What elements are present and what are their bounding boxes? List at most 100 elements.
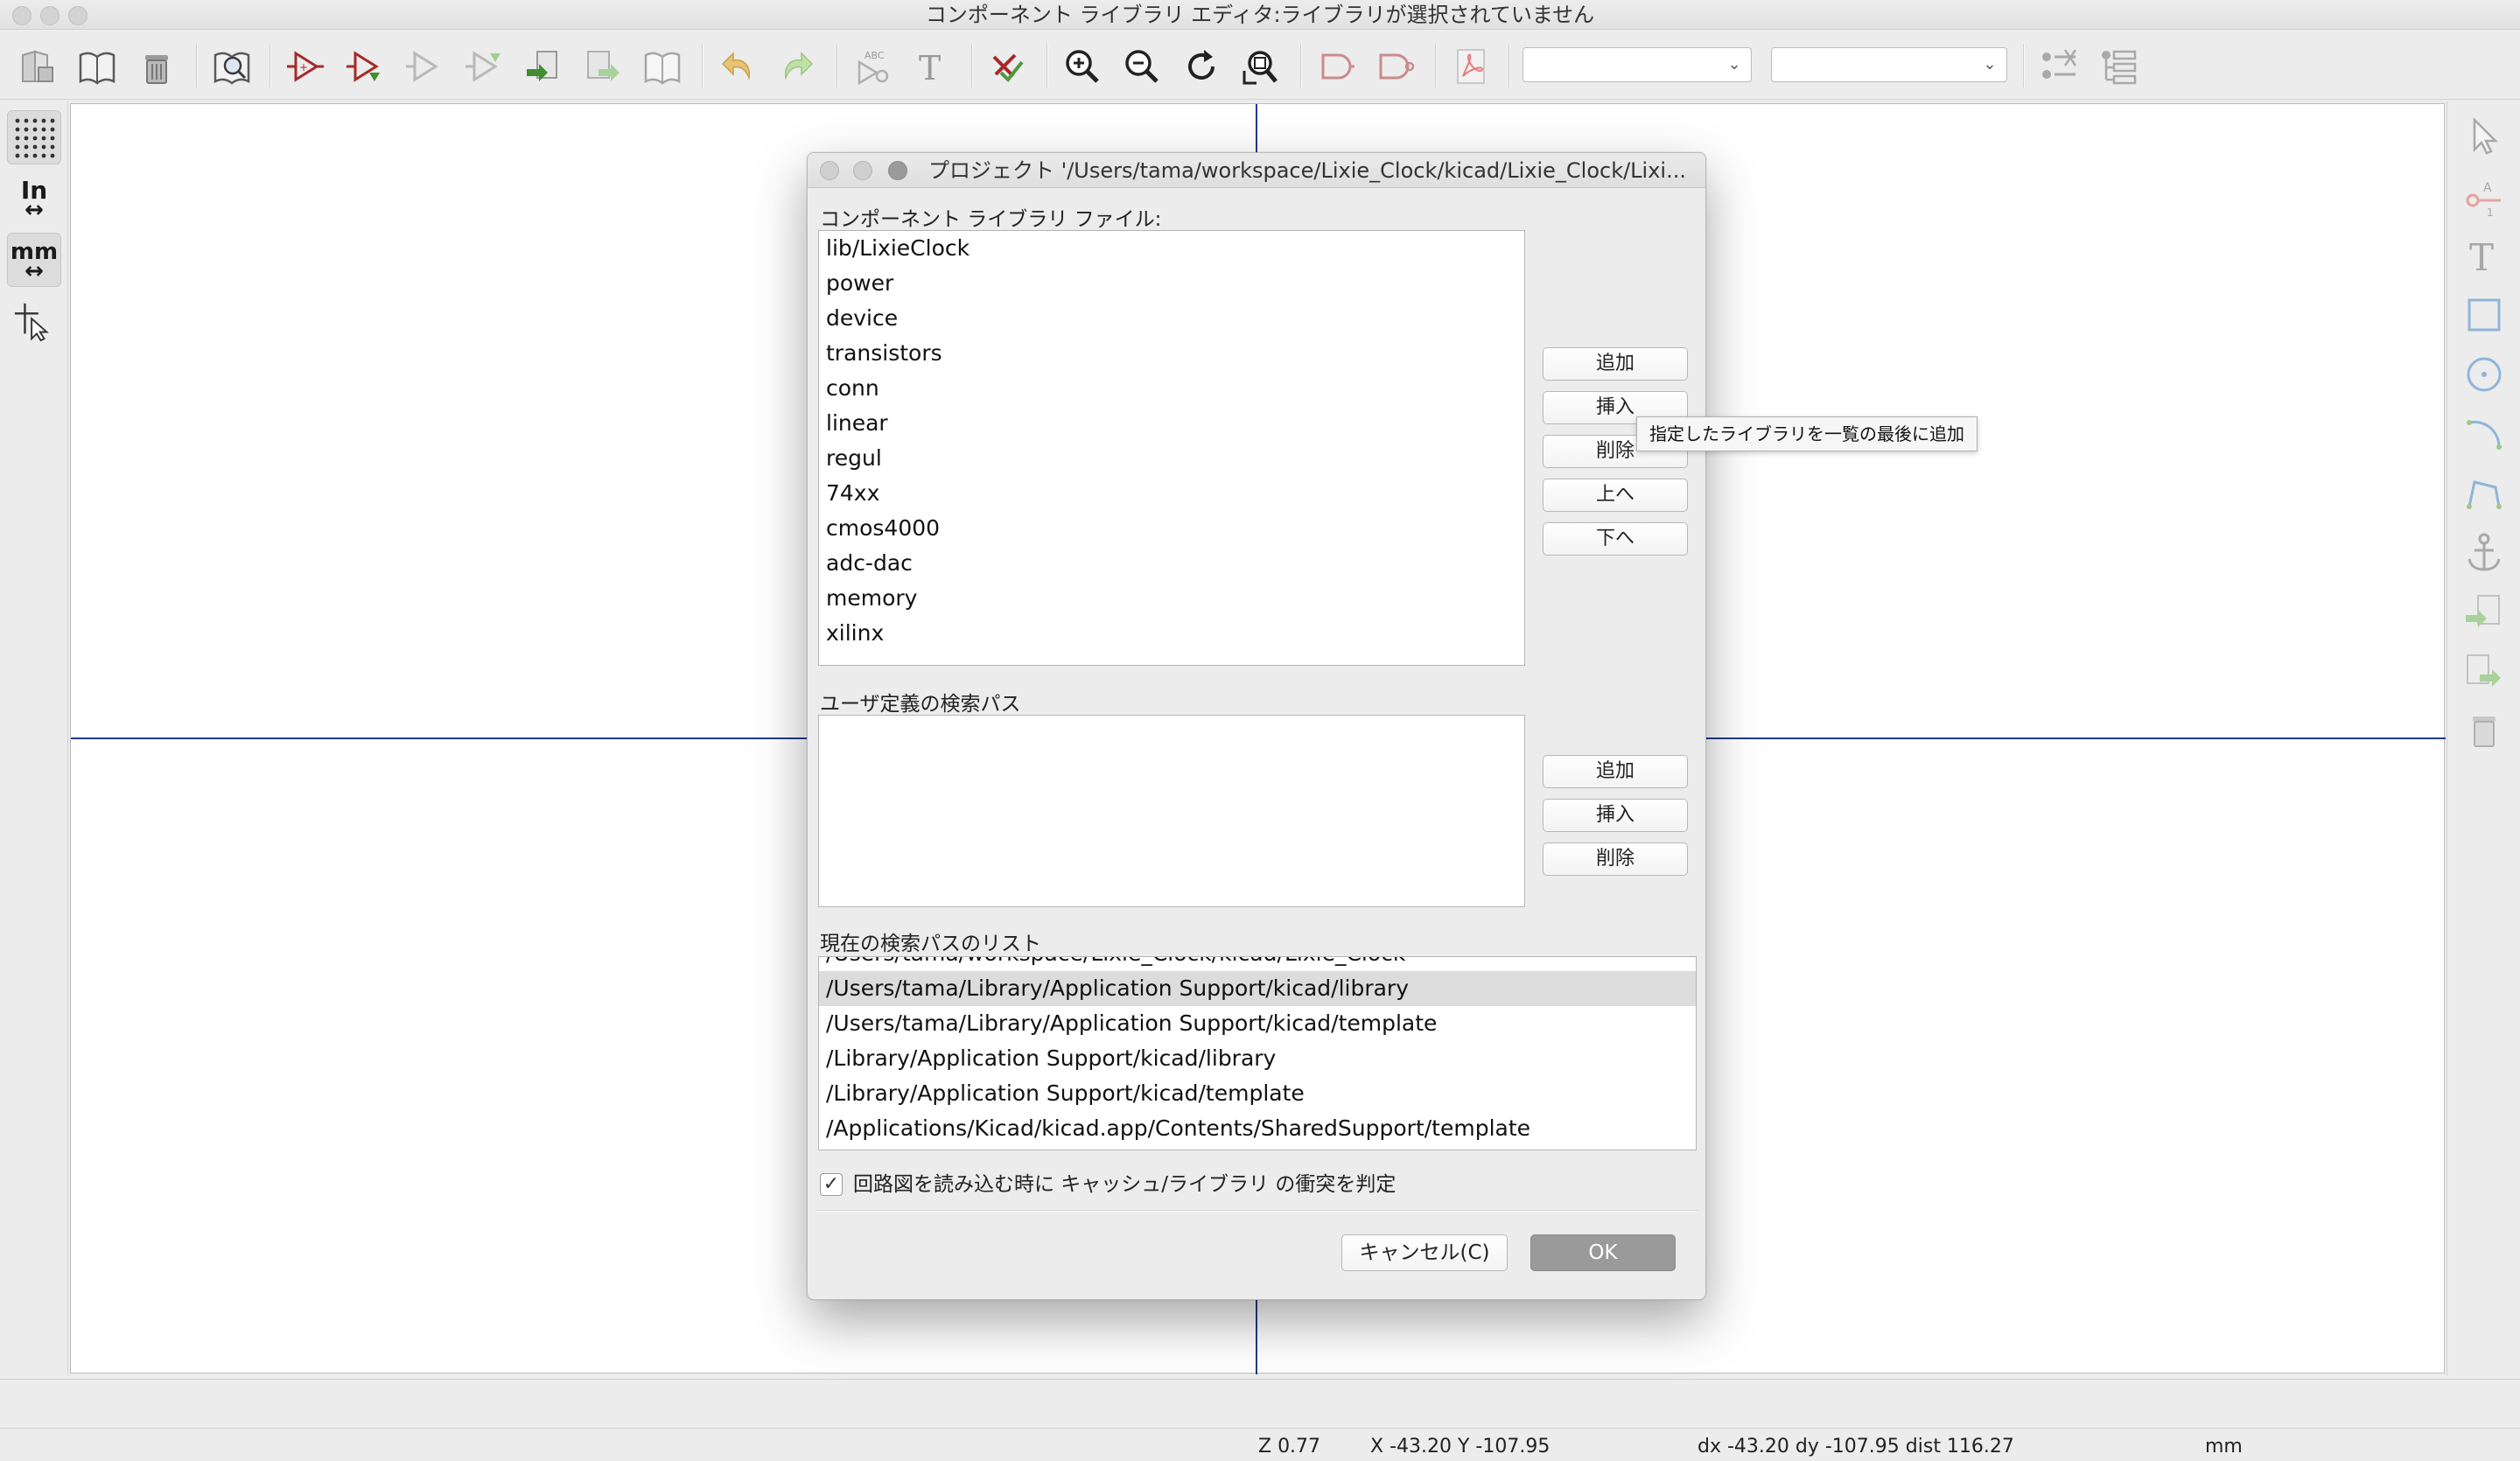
save-as-library-icon[interactable] [640,45,684,87]
zoom-in-icon[interactable] [1060,45,1104,87]
list-item[interactable]: /Library/Application Support/kicad/libra… [819,1041,1696,1076]
add-pin-icon[interactable]: A1 [2460,171,2509,220]
alias-select[interactable]: ⌄ [1771,47,2007,82]
chevron-down-icon: ⌄ [1983,55,1997,73]
status-bar: Z 0.77 X -43.20 Y -107.95 dx -43.20 dy -… [0,1379,2520,1461]
user-paths-label: ユーザ定義の検索パス [820,693,1021,716]
redraw-icon[interactable] [1180,45,1223,87]
tooltip: 指定したライブラリを一覧の最後に追加 [1636,416,1978,451]
add-circle-icon[interactable] [2460,350,2509,399]
select-arrow-icon[interactable] [2460,112,2509,161]
list-item[interactable]: memory [819,581,1524,616]
user-paths-list[interactable] [818,715,1525,907]
search-settings-icon[interactable] [2096,45,2140,87]
list-item[interactable]: /Users/tama/Library/Application Support/… [819,971,1696,1006]
demorgan-body-icon[interactable] [1374,45,1418,87]
export-component-icon[interactable] [581,45,625,87]
list-item[interactable]: conn [819,371,1524,406]
toolbar-separator [971,44,973,87]
create-from-current-icon[interactable] [462,45,506,87]
svg-text:T: T [919,49,941,87]
status-delta: dx -43.20 dy -107.95 dist 116.27 [1698,1436,2014,1458]
status-zoom: Z 0.77 [1258,1436,1321,1458]
load-component-icon[interactable] [343,45,387,87]
check-conflicts-checkbox[interactable]: ✓ [820,1173,843,1196]
redo-icon[interactable] [775,45,819,87]
toolbar-separator [270,44,271,87]
toolbar-separator [1300,44,1302,87]
list-item[interactable]: device [819,301,1524,336]
right-toolbar: A1 T [2446,101,2520,1375]
save-library-icon[interactable] [16,45,60,87]
delete-library-icon[interactable] [135,45,178,87]
cancel-button[interactable]: キャンセル(C) [1341,1234,1508,1271]
dialog-title: プロジェクト '/Users/tama/workspace/Lixie_Cloc… [928,158,1686,183]
zoom-fit-icon[interactable] [1239,45,1283,87]
select-library-icon[interactable] [75,45,119,87]
lib-down-button[interactable]: 下へ [1543,522,1688,556]
export-drawing-icon[interactable] [2460,647,2509,696]
left-toolbar: In ↔ mm ↔ [0,101,68,1375]
list-item[interactable]: regul [819,441,1524,476]
dialog-zoom-button[interactable] [888,161,907,180]
toolbar-separator [1508,44,1510,87]
lib-up-button[interactable]: 上へ [1543,479,1688,512]
list-item[interactable]: lib/LixieClock [819,231,1524,266]
toolbar-separator [702,44,704,87]
list-item[interactable]: /Users/tama/Library/Application Support/… [819,1006,1696,1041]
svg-text:ABC: ABC [864,50,885,61]
pin-table-icon[interactable] [2037,45,2081,87]
lib-files-list[interactable]: lib/LixieClock power device transistors conn… [818,230,1525,666]
list-item[interactable]: adc-dac [819,546,1524,581]
list-item[interactable]: 74xx [819,476,1524,511]
chevron-down-icon: ⌄ [1727,55,1741,73]
pdf-datasheet-icon[interactable] [1449,45,1493,87]
list-item[interactable]: xilinx [819,616,1524,651]
path-remove-button[interactable]: 削除 [1543,842,1688,876]
dialog-title-bar: プロジェクト '/Users/tama/workspace/Lixie_Cloc… [808,153,1705,188]
delete-item-icon[interactable] [2460,707,2509,756]
list-item[interactable]: cmos4000 [819,511,1524,546]
svg-text:1: 1 [2487,206,2494,218]
import-drawing-icon[interactable] [2460,588,2509,637]
component-properties-icon[interactable]: ABC [850,45,894,87]
list-item[interactable]: power [819,266,1524,301]
text-field-icon[interactable]: T [910,45,954,87]
grid-icon [15,118,55,158]
grid-toggle-button[interactable] [7,110,61,164]
library-browser-icon[interactable] [210,45,254,87]
current-paths-list[interactable]: /Users/tama/workspace/Lixie_Clock/kicad/… [818,956,1697,1150]
new-component-icon[interactable]: + [284,45,327,87]
list-item[interactable]: linear [819,406,1524,441]
status-message-area [0,1380,2520,1429]
save-component-icon[interactable] [402,45,446,87]
undo-icon[interactable] [716,45,760,87]
zoom-out-icon[interactable] [1120,45,1164,87]
anchor-icon[interactable] [2460,528,2509,577]
inch-units-button[interactable]: In ↔ [7,171,61,226]
add-arc-icon[interactable] [2460,409,2509,458]
dialog-minimize-button[interactable] [853,161,872,180]
toolbar-separator [1435,44,1437,87]
add-rectangle-icon[interactable] [2460,290,2509,339]
dialog-close-button[interactable] [820,161,839,180]
mm-units-button[interactable]: mm ↔ [7,233,61,287]
list-item[interactable]: transistors [819,336,1524,371]
check-pins-icon[interactable] [985,45,1029,87]
normal-body-icon[interactable] [1314,45,1358,87]
svg-text:+: + [299,61,308,73]
ok-button[interactable]: OK [1530,1234,1676,1271]
list-item[interactable]: /Applications/Kicad/kicad.app/Contents/S… [819,1111,1696,1146]
path-add-button[interactable]: 追加 [1543,755,1688,788]
list-item[interactable]: /Users/tama/workspace/Lixie_Clock/kicad/… [819,957,1696,971]
add-polyline-icon[interactable] [2460,469,2509,518]
add-text-icon[interactable]: T [2460,231,2509,280]
cursor-shape-button[interactable] [7,294,61,348]
lib-add-button[interactable]: 追加 [1543,347,1688,381]
path-insert-button[interactable]: 挿入 [1543,799,1688,832]
double-arrow-icon: ↔ [24,258,44,284]
import-component-icon[interactable] [522,45,565,87]
main-toolbar: + ABC T ⌄ ⌄ [0,31,2520,100]
list-item[interactable]: /Library/Application Support/kicad/templ… [819,1076,1696,1111]
unit-select[interactable]: ⌄ [1522,47,1752,82]
